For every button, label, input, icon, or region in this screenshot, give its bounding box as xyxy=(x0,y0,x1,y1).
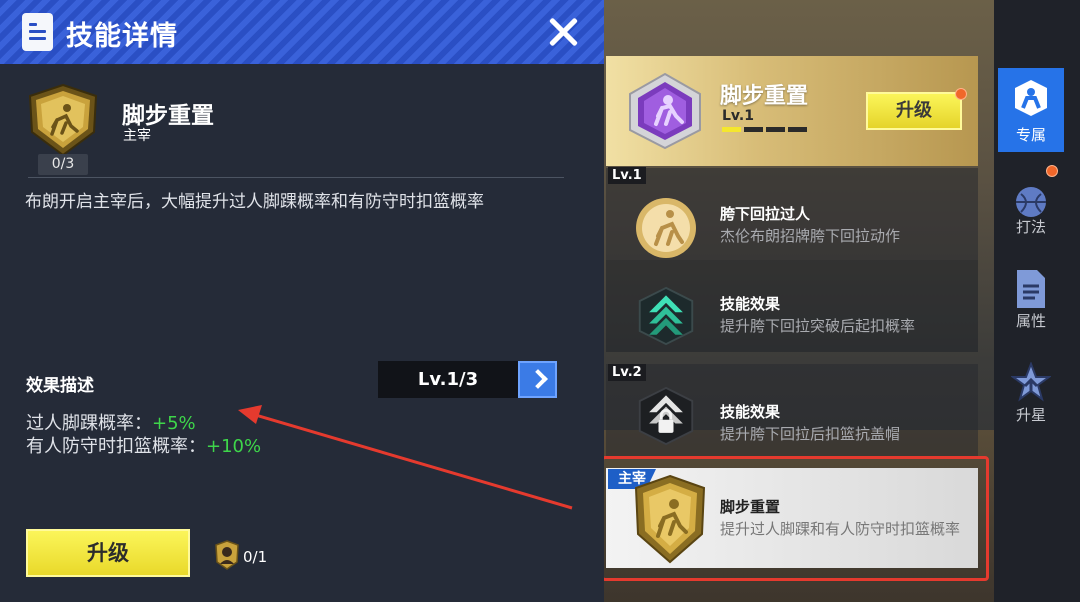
effect-label: 过人脚踝概率： xyxy=(26,413,152,434)
skill-shield-icon xyxy=(28,84,98,156)
notification-dot-icon xyxy=(1046,165,1058,177)
tab-star-up[interactable]: 升星 xyxy=(998,352,1064,436)
chevron-right-icon xyxy=(528,369,548,389)
card-count: 0/1 xyxy=(243,548,268,566)
level-progress-bar xyxy=(722,127,808,132)
upgrade-arrow-icon xyxy=(638,286,694,346)
tab-label: 升星 xyxy=(1015,406,1046,424)
tab-label: 打法 xyxy=(1015,218,1046,236)
panel-skill-level: Lv.1 xyxy=(722,108,754,124)
next-level-button[interactable] xyxy=(518,361,557,398)
effect-label: 有人防守时扣篮概率： xyxy=(26,436,206,457)
effect-value: +10% xyxy=(206,436,262,457)
tree-node-desc: 提升胯下回拉突破后起扣概率 xyxy=(720,317,916,335)
tab-label: 专属 xyxy=(1015,126,1046,144)
crossover-skill-icon xyxy=(636,198,696,258)
locked-upgrade-icon xyxy=(638,386,694,446)
exclusive-icon xyxy=(1015,80,1047,116)
tab-label: 属性 xyxy=(1015,312,1046,330)
effect-line: 有人防守时扣篮概率：+10% xyxy=(26,432,261,458)
effect-section-title: 效果描述 xyxy=(26,376,94,396)
close-icon[interactable] xyxy=(547,16,579,48)
tree-node-desc: 提升胯下回拉后扣篮抗盖帽 xyxy=(720,425,901,443)
divider xyxy=(28,177,564,178)
effect-value: +5% xyxy=(152,413,196,434)
skill-type: 主宰 xyxy=(123,128,151,144)
upgrade-button[interactable]: 升级 xyxy=(26,529,190,577)
tree-node-title: 技能效果 xyxy=(720,295,781,313)
hex-skill-badge-icon xyxy=(629,72,701,150)
panel-skill-name: 脚步重置 xyxy=(720,84,809,109)
page-title: 技能详情 xyxy=(66,21,178,52)
tab-playstyle[interactable]: 打法 xyxy=(998,172,1064,256)
tab-exclusive[interactable]: 专属 xyxy=(998,68,1064,152)
tree-node-title: 技能效果 xyxy=(720,403,781,421)
attribute-doc-icon xyxy=(1017,270,1045,308)
skill-detail-panel: 技能详情 0/3 脚步重置 主宰 布朗开启主宰后，大幅提升过人脚踝概率和有防守时… xyxy=(0,0,604,602)
panel-upgrade-button[interactable]: 升级 xyxy=(866,92,962,130)
skill-count-badge: 0/3 xyxy=(38,154,88,175)
star-up-icon xyxy=(1011,362,1051,402)
tab-attributes[interactable]: 属性 xyxy=(998,258,1064,342)
notification-dot-icon xyxy=(955,88,967,100)
level-tag: Lv.1 xyxy=(608,167,646,184)
effect-level-display: Lv.1/3 xyxy=(378,361,518,398)
player-card-icon xyxy=(215,540,239,570)
document-icon xyxy=(22,13,53,51)
highlight-outline xyxy=(601,456,989,581)
tree-node-title: 胯下回拉过人 xyxy=(720,205,811,223)
tree-node-desc: 杰伦布朗招牌胯下回拉动作 xyxy=(720,227,901,245)
skill-description: 布朗开启主宰后，大幅提升过人脚踝概率和有防守时扣篮概率 xyxy=(25,192,484,212)
skill-detail-screen: 脚步重置 Lv.1 升级 Lv.1 Lv.2 胯下回拉过人 杰伦布朗招牌胯下回拉… xyxy=(0,0,1080,602)
level-tag: Lv.2 xyxy=(608,364,646,381)
